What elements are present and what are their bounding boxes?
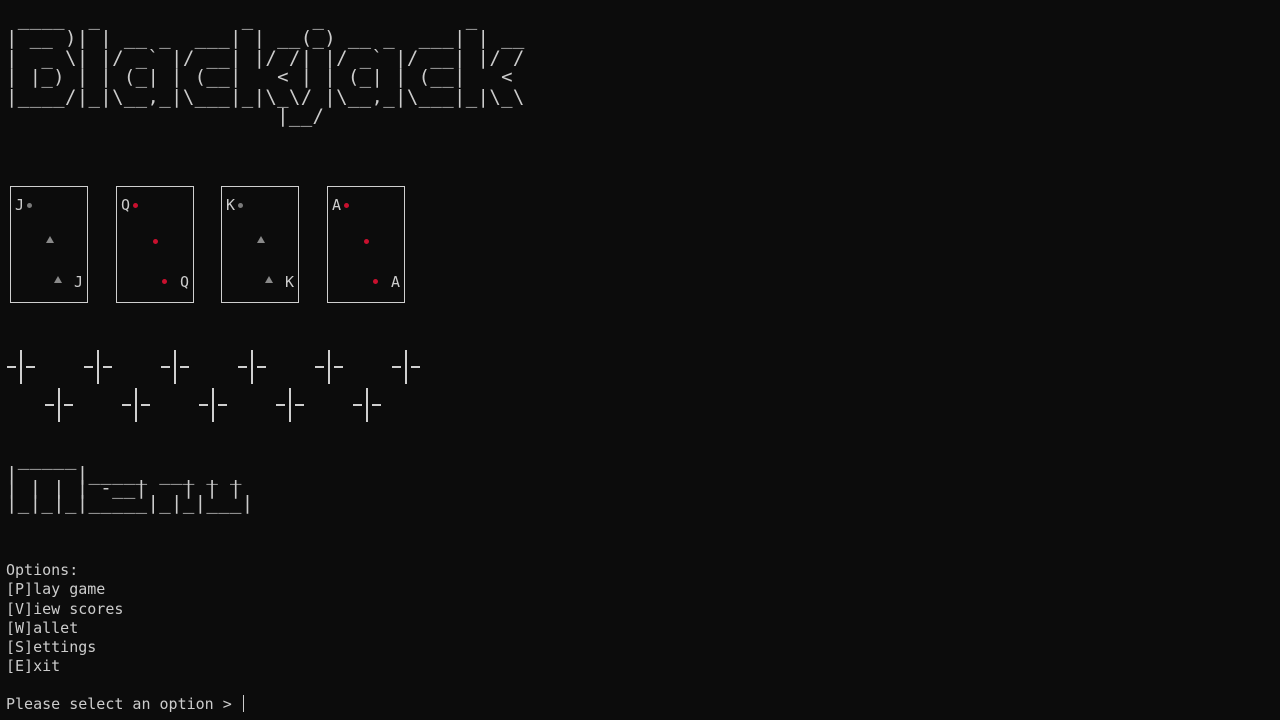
spade-icon (265, 276, 273, 283)
blackjack-title-ascii-art: ____ _ _ _ _ | __ )| | __ _ ___| | __(_)… (6, 8, 525, 128)
card-rank-bottom: J (73, 273, 83, 291)
card-rank-bottom: Q (179, 273, 189, 291)
options-list: Options: [P]lay game [V]iew scores [W]al… (6, 561, 123, 677)
spade-icon (27, 203, 32, 208)
card-rank-top: K (226, 196, 236, 214)
sparkle-cross-icon (238, 350, 266, 384)
sparkle-cross-icon (315, 350, 343, 384)
diamond-icon (364, 239, 369, 244)
prompt-text: Please select an option > (6, 695, 241, 713)
option-view-scores: [V]iew scores (6, 599, 124, 618)
sparkle-cross-icon (392, 350, 420, 384)
sparkle-cross-icon (84, 350, 112, 384)
sparkle-cross-icon (161, 350, 189, 384)
card-king: K K (221, 186, 299, 303)
heart-icon (162, 279, 167, 284)
sparkle-cross-icon (122, 388, 150, 422)
diamond-icon (344, 203, 349, 208)
text-cursor[interactable] (242, 695, 245, 712)
card-rank-bottom: A (390, 273, 400, 291)
options-header: Options: (6, 561, 79, 579)
spade-icon (46, 236, 54, 243)
sparkle-cross-icon (199, 388, 227, 422)
spade-icon (257, 236, 265, 243)
card-rank-bottom: K (284, 273, 294, 291)
sparkle-cross-icon (45, 388, 73, 422)
heart-icon (153, 239, 158, 244)
menu-title-ascii-art: _____ | |_____ ___ _ _ | | | | -__| | | … (6, 448, 254, 514)
sparkle-cross-icon (7, 350, 35, 384)
spade-icon (238, 203, 243, 208)
sparkle-cross-icon (353, 388, 381, 422)
card-jack: J J (10, 186, 88, 303)
heart-icon (133, 203, 138, 208)
option-wallet: [W]allet (6, 618, 79, 637)
option-exit: [E]xit (6, 657, 61, 676)
card-queen: Q Q (116, 186, 194, 303)
card-rank-top: A (332, 196, 342, 214)
card-ace: A A (327, 186, 405, 303)
terminal-window: ____ _ _ _ _ | __ )| | __ _ ___| | __(_)… (0, 0, 1280, 720)
sparkle-cross-icon (276, 388, 304, 422)
spade-icon (54, 276, 62, 283)
option-settings: [S]ettings (6, 638, 97, 657)
sparkle-decoration (0, 348, 440, 428)
card-rank-top: J (15, 196, 25, 214)
card-rank-top: Q (121, 196, 131, 214)
option-play-game: [P]lay game (6, 580, 106, 599)
diamond-icon (373, 279, 378, 284)
command-prompt[interactable]: Please select an option > (6, 695, 245, 714)
